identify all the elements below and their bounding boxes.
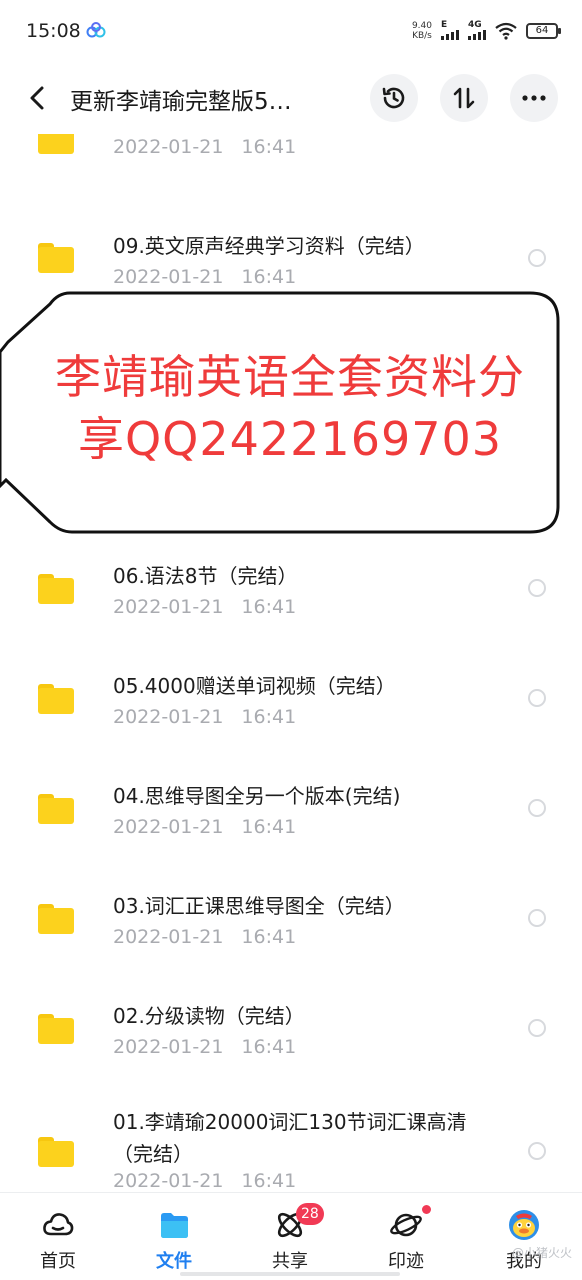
file-date: 2022-01-21 16:41 — [113, 816, 297, 838]
sort-button[interactable] — [440, 74, 488, 122]
net-speed: 9.40 KB/s — [411, 21, 432, 41]
history-button[interactable] — [370, 74, 418, 122]
folder-icon — [38, 134, 74, 154]
list-item[interactable]: 结） 2022-01-2116:41 — [0, 134, 582, 214]
nav-label: 首页 — [40, 1251, 76, 1272]
file-date: 2022-01-21 16:41 — [113, 1170, 297, 1192]
list-item[interactable]: 05.4000赠送单词视频（完结） 2022-01-21 16:41 — [0, 654, 582, 764]
file-date: 2022-01-21 16:41 — [113, 136, 297, 158]
history-icon — [382, 87, 405, 109]
folder-icon — [38, 1014, 74, 1044]
bottom-nav: 首页 文件 28 共享 印迹 我的 — [0, 1192, 582, 1280]
ad-overlay-text: 李靖瑜英语全套资料分 享QQ2422169703 — [55, 350, 525, 466]
folder-icon — [161, 1213, 188, 1238]
cloud-sync-icon — [86, 22, 106, 38]
notification-dot — [422, 1205, 431, 1214]
file-name: 05.4000赠送单词视频（完结） — [113, 674, 396, 698]
select-radio[interactable] — [528, 579, 546, 597]
file-date: 2022-01-21 16:41 — [113, 266, 297, 288]
avatar-icon — [509, 1210, 539, 1240]
file-name: 06.语法8节（完结） — [113, 564, 298, 588]
select-radio[interactable] — [528, 909, 546, 927]
select-radio[interactable] — [528, 249, 546, 267]
nav-label: 印迹 — [388, 1251, 424, 1272]
cloud-home-icon — [43, 1213, 74, 1236]
back-arrow-icon[interactable] — [24, 84, 52, 112]
file-name: 03.词汇正课思维导图全（完结） — [113, 894, 405, 918]
nav-label: 文件 — [156, 1251, 192, 1272]
file-name: 01.李靖瑜20000词汇130节词汇课高清（完结） — [113, 1110, 467, 1166]
more-dots-icon — [522, 95, 546, 101]
planet-icon — [390, 1213, 422, 1237]
file-name: 09.英文原声经典学习资料（完结） — [113, 234, 425, 258]
nav-files[interactable]: 文件 — [124, 1193, 224, 1280]
more-button[interactable] — [510, 74, 558, 122]
list-item[interactable]: 03.词汇正课思维导图全（完结） 2022-01-21 16:41 — [0, 874, 582, 984]
nav-label: 共享 — [272, 1251, 308, 1272]
folder-icon — [38, 574, 74, 604]
nav-traces[interactable]: 印迹 — [356, 1193, 456, 1280]
home-indicator[interactable] — [180, 1272, 400, 1276]
folder-icon — [38, 684, 74, 714]
file-name: 02.分级读物（完结） — [113, 1004, 305, 1028]
battery-icon: 64 — [526, 23, 561, 39]
file-name: 04.思维导图全另一个版本(完结) — [113, 784, 401, 808]
nav-share[interactable]: 28 共享 — [240, 1193, 340, 1280]
signal-sim1-icon: E — [441, 20, 459, 40]
select-radio[interactable] — [528, 1142, 546, 1160]
status-bar: 15:08 9.40 KB/s E 4G 64 — [0, 0, 582, 62]
file-date: 2022-01-21 16:41 — [113, 706, 297, 728]
file-date: 2022-01-21 16:41 — [113, 596, 297, 618]
status-time: 15:08 — [26, 20, 81, 42]
list-item[interactable]: 01.李靖瑜20000词汇130节词汇课高清（完结） 2022-01-21 16:… — [0, 1094, 582, 1192]
select-radio[interactable] — [528, 1019, 546, 1037]
select-radio[interactable] — [528, 799, 546, 817]
folder-icon — [38, 904, 74, 934]
file-date: 2022-01-21 16:41 — [113, 926, 297, 948]
watermark: @小猪火火 — [511, 1246, 572, 1260]
wifi-icon — [495, 22, 517, 40]
folder-icon — [38, 1137, 74, 1167]
select-radio[interactable] — [528, 689, 546, 707]
signal-sim2-icon: 4G — [468, 20, 486, 40]
list-item[interactable]: 02.分级读物（完结） 2022-01-21 16:41 — [0, 984, 582, 1094]
sort-arrows-icon — [453, 87, 475, 109]
page-title: 更新李靖瑜完整版5… — [70, 89, 292, 115]
list-item[interactable]: 04.思维导图全另一个版本(完结) 2022-01-21 16:41 — [0, 764, 582, 874]
list-item[interactable]: 06.语法8节（完结） 2022-01-21 16:41 — [0, 544, 582, 654]
app-header: 更新李靖瑜完整版5… — [0, 62, 582, 134]
share-count-badge: 28 — [296, 1203, 324, 1225]
nav-home[interactable]: 首页 — [8, 1193, 108, 1280]
folder-icon — [38, 243, 74, 273]
nav-me[interactable]: 我的 — [474, 1193, 574, 1280]
file-date: 2022-01-21 16:41 — [113, 1036, 297, 1058]
folder-icon — [38, 794, 74, 824]
